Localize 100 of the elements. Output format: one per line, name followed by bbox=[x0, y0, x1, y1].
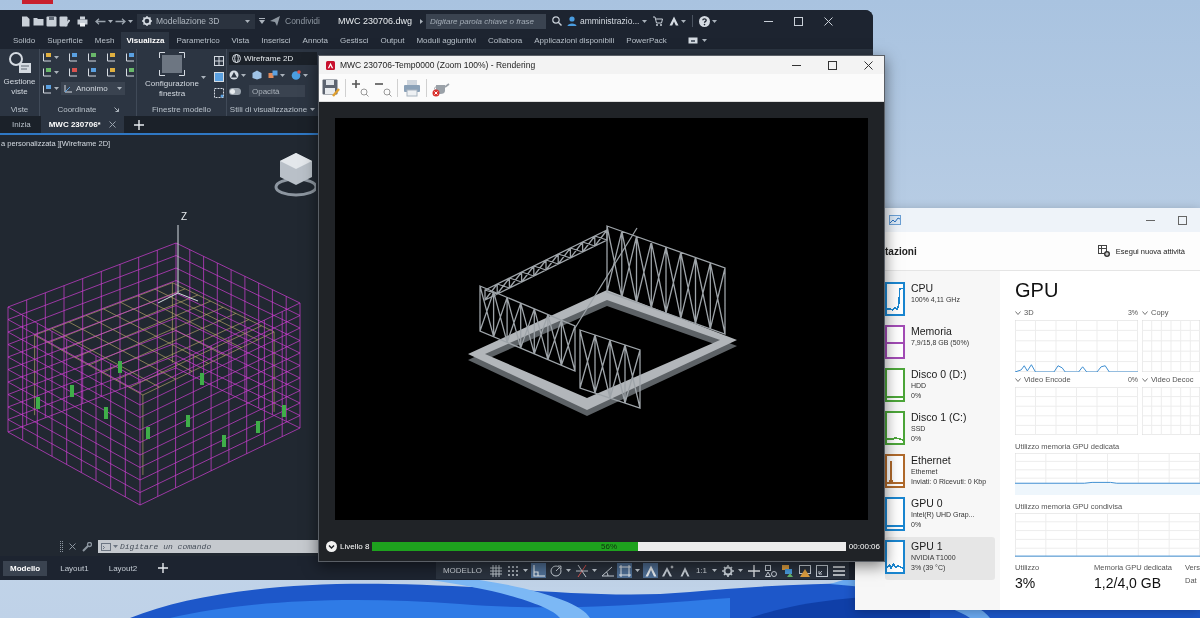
caret-icon[interactable] bbox=[701, 39, 707, 42]
ribbon-tab[interactable]: Superficie bbox=[42, 32, 88, 49]
axes-icon[interactable] bbox=[87, 67, 97, 77]
axes-icon[interactable] bbox=[125, 67, 135, 77]
document-icon[interactable] bbox=[20, 15, 31, 27]
share-button[interactable]: Condividi bbox=[270, 16, 320, 26]
caret-icon[interactable] bbox=[128, 19, 133, 23]
chevron-down-icon[interactable] bbox=[1015, 377, 1021, 382]
ribbon-tab[interactable]: Parametrico bbox=[171, 32, 225, 49]
plus-icon[interactable] bbox=[133, 119, 144, 130]
window-layout-icon[interactable] bbox=[687, 37, 698, 44]
dashed-square-icon[interactable] bbox=[214, 88, 224, 98]
ribbon-tab[interactable]: Inserisci bbox=[256, 32, 296, 49]
chevron-down-icon[interactable] bbox=[1142, 377, 1148, 382]
caret-icon[interactable] bbox=[280, 73, 285, 77]
console-icon[interactable] bbox=[101, 542, 111, 551]
crossed-lines-button[interactable] bbox=[574, 563, 589, 578]
overlapping-squares-icon[interactable] bbox=[268, 70, 278, 80]
left-arrow-icon[interactable] bbox=[95, 17, 106, 25]
view-manager-button[interactable]: Gestione viste bbox=[2, 52, 37, 97]
grip-handle-icon[interactable] bbox=[60, 540, 63, 553]
annotation-scale-button[interactable]: 1:1 bbox=[694, 563, 709, 578]
ribbon-tab[interactable]: Collabora bbox=[483, 32, 528, 49]
caret-icon[interactable] bbox=[303, 73, 308, 77]
right-angle-button[interactable] bbox=[531, 563, 546, 578]
gear-button[interactable] bbox=[720, 563, 735, 578]
chevron-down-icon[interactable] bbox=[1142, 310, 1148, 315]
axes-icon[interactable] bbox=[106, 52, 116, 62]
axes-icon[interactable] bbox=[68, 52, 78, 62]
axes-icon[interactable] bbox=[42, 67, 52, 77]
caret-right-icon[interactable] bbox=[419, 18, 423, 24]
caret-icon[interactable] bbox=[712, 19, 718, 23]
caret-icon[interactable] bbox=[201, 76, 206, 79]
visual-style-dropdown[interactable]: Wireframe 2D bbox=[229, 52, 317, 65]
wrench-icon[interactable] bbox=[82, 541, 92, 552]
grid-button[interactable] bbox=[488, 563, 503, 578]
ribbon-tab[interactable]: Moduli aggiuntivi bbox=[411, 32, 481, 49]
floppy-pencil-icon[interactable] bbox=[322, 78, 340, 97]
triangle-logo-icon[interactable] bbox=[669, 16, 680, 26]
file-tab[interactable]: Inizia bbox=[4, 116, 39, 133]
ribbon-tab[interactable]: Gestisci bbox=[334, 32, 374, 49]
launcher-arrow-icon[interactable] bbox=[113, 107, 119, 112]
ribbon-tab[interactable]: Vista bbox=[226, 32, 255, 49]
ribbon-tab[interactable]: PowerPack bbox=[621, 32, 672, 49]
axes-icon[interactable] bbox=[87, 52, 97, 62]
layout-tab[interactable]: Layout1 bbox=[53, 560, 96, 576]
cart-icon[interactable] bbox=[653, 16, 664, 26]
command-input[interactable]: Digitare un comando bbox=[98, 540, 319, 553]
triangle-shape-button[interactable] bbox=[643, 563, 658, 578]
plus-icon[interactable] bbox=[158, 563, 169, 573]
search-icon[interactable] bbox=[551, 16, 562, 26]
shapes-button[interactable] bbox=[763, 563, 778, 578]
search-field[interactable]: Digitare parola chiave o frase bbox=[425, 13, 546, 29]
caret-icon[interactable] bbox=[54, 87, 59, 90]
toggle-switch-icon[interactable] bbox=[229, 87, 241, 95]
collapse-button[interactable] bbox=[326, 540, 337, 552]
caret-icon[interactable] bbox=[681, 19, 687, 23]
axes-icon[interactable] bbox=[106, 67, 116, 77]
cube-icon[interactable] bbox=[252, 70, 262, 80]
ribbon-tab[interactable]: Applicazioni disponibili bbox=[529, 32, 620, 49]
overlapping-blocks-button[interactable] bbox=[780, 563, 795, 578]
user-menu[interactable]: amministrazio... bbox=[566, 16, 648, 26]
layout-tab[interactable]: Layout2 bbox=[101, 560, 145, 576]
help-icon[interactable] bbox=[699, 15, 711, 27]
coordinate-system-dropdown[interactable]: Anonimo bbox=[61, 82, 125, 95]
floppy-pencil-icon[interactable] bbox=[59, 15, 70, 27]
caret-icon[interactable] bbox=[310, 108, 316, 111]
workspace-dropdown[interactable]: Modellazione 3D bbox=[137, 13, 255, 29]
four-pane-grid-icon[interactable] bbox=[214, 56, 224, 66]
axes-icon[interactable] bbox=[42, 52, 52, 62]
caret-icon[interactable] bbox=[54, 70, 59, 74]
sphere-triangle-icon[interactable] bbox=[229, 70, 239, 80]
folder-icon[interactable] bbox=[33, 15, 44, 27]
ribbon-tab[interactable]: Solido bbox=[8, 32, 41, 49]
circle-arrow-button[interactable] bbox=[548, 563, 563, 578]
printer-icon[interactable] bbox=[77, 15, 88, 27]
caret-icon[interactable] bbox=[259, 18, 265, 24]
menu-button[interactable] bbox=[831, 563, 846, 578]
model-space-button[interactable]: MODELLO bbox=[438, 563, 486, 578]
ribbon-tab[interactable]: Visualizza bbox=[121, 32, 170, 49]
screen-triangle-button[interactable] bbox=[797, 563, 812, 578]
close-icon[interactable] bbox=[108, 121, 116, 128]
ribbon-tab[interactable]: Annota bbox=[297, 32, 333, 49]
zoom-in-icon[interactable] bbox=[351, 78, 369, 97]
fullscreen-button[interactable] bbox=[814, 563, 829, 578]
axes-icon[interactable] bbox=[68, 67, 78, 77]
caret-icon[interactable] bbox=[54, 55, 59, 59]
ribbon-tab[interactable]: Mesh bbox=[89, 32, 120, 49]
dot-grid-button[interactable] bbox=[505, 563, 520, 578]
axes-icon[interactable] bbox=[42, 83, 52, 94]
file-tab[interactable]: MWC 230706* bbox=[40, 116, 124, 133]
sphere-icon[interactable] bbox=[291, 70, 301, 80]
layout-tab[interactable]: Modello bbox=[3, 560, 48, 576]
ribbon-tab[interactable]: Output bbox=[375, 32, 410, 49]
square-corners-button[interactable] bbox=[617, 563, 632, 578]
viewport-configuration-button[interactable]: Configurazione finestra bbox=[145, 52, 199, 99]
caret-icon[interactable] bbox=[241, 73, 246, 77]
axes-icon[interactable] bbox=[125, 52, 135, 62]
right-arrow-icon[interactable] bbox=[115, 17, 126, 25]
triangle-sparkle-button[interactable] bbox=[660, 563, 675, 578]
